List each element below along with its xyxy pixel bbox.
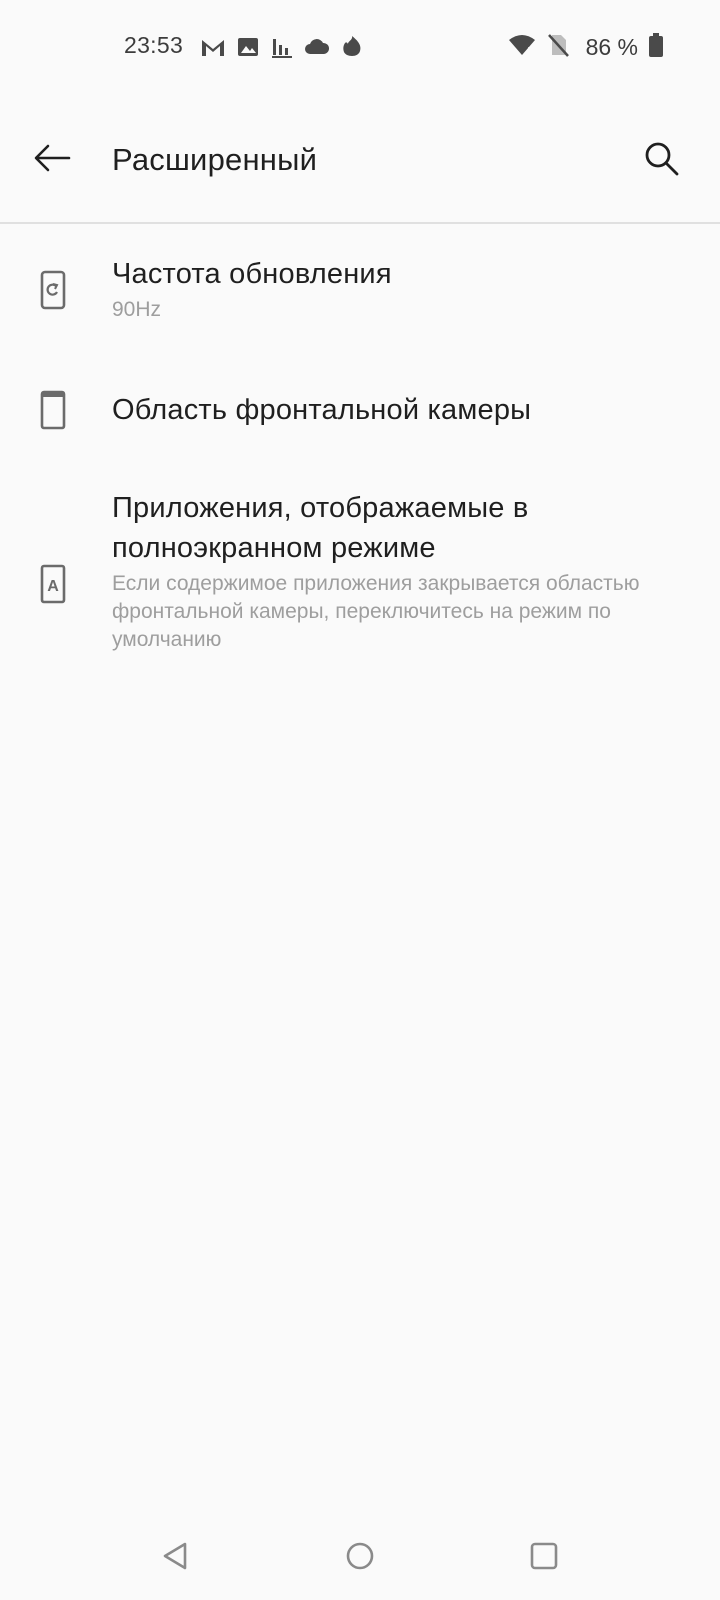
front-camera-area-icon bbox=[36, 388, 70, 432]
battery-icon bbox=[648, 32, 664, 63]
setting-text: Частота обновления 90Hz bbox=[112, 254, 392, 324]
back-button[interactable] bbox=[22, 130, 82, 190]
setting-summary: Если содержимое приложения закрывается о… bbox=[112, 572, 640, 651]
image-icon bbox=[236, 35, 260, 59]
refresh-rate-icon bbox=[36, 268, 70, 312]
app-bar: Расширенный bbox=[0, 96, 720, 224]
setting-title: Область фронтальной камеры bbox=[112, 394, 532, 426]
setting-text: Область фронтальной камеры bbox=[112, 390, 531, 430]
screen: 23:53 86 % Расширенный Частота обновлени… bbox=[0, 0, 720, 1600]
setting-refresh-rate[interactable]: Частота обновления 90Hz bbox=[0, 224, 720, 354]
wifi-icon bbox=[508, 33, 536, 62]
arrow-back-icon bbox=[33, 143, 71, 178]
navigation-bar bbox=[0, 1516, 720, 1600]
cloud-icon bbox=[304, 36, 330, 58]
gmail-icon bbox=[200, 36, 226, 58]
setting-title: Частота обновления bbox=[112, 258, 392, 290]
fullscreen-apps-icon: A bbox=[36, 562, 70, 606]
status-time: 23:53 bbox=[124, 32, 184, 58]
nav-home-button[interactable] bbox=[330, 1528, 390, 1588]
status-bar: 23:53 86 % bbox=[0, 0, 720, 96]
setting-title: Приложения, отображаемые в полноэкранном… bbox=[112, 492, 529, 564]
tinder-flame-icon bbox=[340, 34, 364, 60]
setting-text: Приложения, отображаемые в полноэкранном… bbox=[112, 488, 680, 654]
chart-icon bbox=[270, 35, 294, 59]
nav-home-circle-icon bbox=[345, 1541, 375, 1576]
notification-icons bbox=[200, 34, 364, 60]
search-button[interactable] bbox=[634, 134, 690, 190]
setting-fullscreen-apps[interactable]: A Приложения, отображаемые в полноэкранн… bbox=[0, 466, 720, 676]
settings-list: Частота обновления 90Hz Область фронталь… bbox=[0, 224, 720, 676]
setting-summary: 90Hz bbox=[112, 298, 162, 321]
page-title: Расширенный bbox=[112, 142, 318, 177]
nav-back-button[interactable] bbox=[146, 1528, 206, 1588]
status-right: 86 % bbox=[508, 32, 664, 63]
nav-recents-square-icon bbox=[529, 1541, 559, 1576]
nav-recents-button[interactable] bbox=[514, 1528, 574, 1588]
svg-text:A: A bbox=[47, 578, 59, 595]
battery-percent: 86 % bbox=[585, 34, 638, 60]
setting-front-camera-area[interactable]: Область фронтальной камеры bbox=[0, 354, 720, 466]
no-sim-icon bbox=[546, 32, 570, 63]
nav-back-triangle-icon bbox=[161, 1541, 191, 1576]
search-icon bbox=[641, 139, 683, 186]
